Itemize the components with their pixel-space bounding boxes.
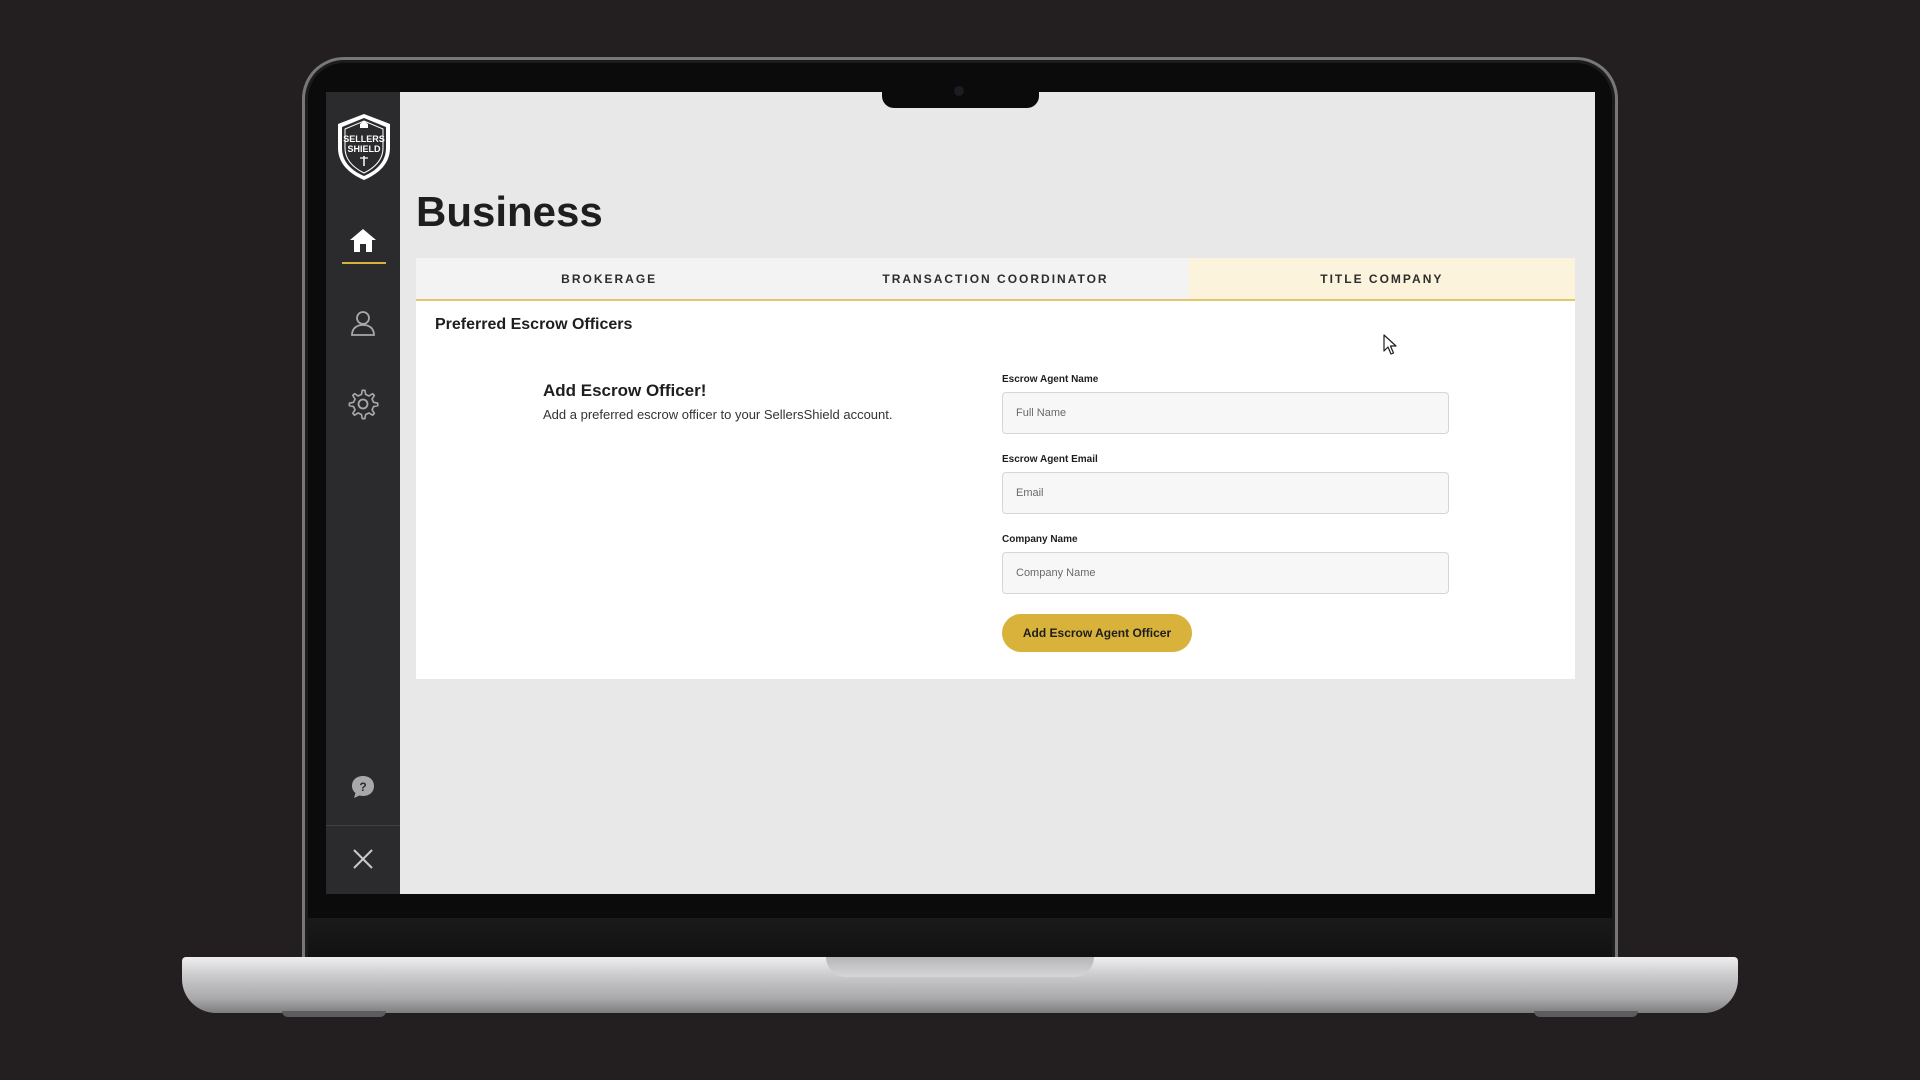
escrow-officer-form: Escrow Agent Name Escrow Agent Email Com… xyxy=(1002,374,1449,652)
escrow-agent-name-label: Escrow Agent Name xyxy=(1002,374,1099,385)
add-escrow-agent-button[interactable]: Add Escrow Agent Officer xyxy=(1002,614,1192,652)
gear-icon xyxy=(348,389,379,420)
sidebar: SELLERS SHIELD ? xyxy=(326,92,400,894)
business-panel: BROKERAGE TRANSACTION COORDINATOR TITLE … xyxy=(416,258,1575,679)
close-icon xyxy=(353,849,373,869)
sidebar-item-home[interactable] xyxy=(340,218,386,264)
company-name-label: Company Name xyxy=(1002,534,1078,545)
laptop-chin xyxy=(308,918,1612,958)
laptop-foot-left xyxy=(282,1011,386,1017)
tab-transaction-coordinator[interactable]: TRANSACTION COORDINATOR xyxy=(802,258,1188,299)
escrow-agent-email-label: Escrow Agent Email xyxy=(1002,454,1098,465)
user-icon xyxy=(351,311,375,336)
tab-bar: BROKERAGE TRANSACTION COORDINATOR TITLE … xyxy=(416,258,1575,301)
escrow-agent-name-input[interactable] xyxy=(1002,392,1449,434)
svg-text:?: ? xyxy=(359,780,366,794)
sidebar-item-profile[interactable] xyxy=(340,300,386,346)
active-indicator xyxy=(342,262,386,264)
laptop-base-notch xyxy=(826,957,1094,977)
tab-title-company[interactable]: TITLE COMPANY xyxy=(1188,258,1575,299)
help-chat-icon: ? xyxy=(352,776,374,798)
escrow-agent-email-input[interactable] xyxy=(1002,472,1449,514)
section-title: Preferred Escrow Officers xyxy=(435,316,633,333)
svg-text:SHIELD: SHIELD xyxy=(347,144,381,154)
sidebar-close-button[interactable] xyxy=(340,836,386,882)
screen: SELLERS SHIELD ? Business BROKERAGE TRAN… xyxy=(326,92,1595,894)
add-officer-description: Add a preferred escrow officer to your S… xyxy=(543,407,893,422)
laptop-foot-right xyxy=(1534,1011,1638,1017)
company-name-input[interactable] xyxy=(1002,552,1449,594)
sidebar-divider xyxy=(326,825,400,826)
camera-icon xyxy=(954,86,964,96)
home-icon xyxy=(350,229,376,252)
mouse-cursor-icon xyxy=(1383,334,1397,355)
svg-text:SELLERS: SELLERS xyxy=(343,134,385,144)
sidebar-item-settings[interactable] xyxy=(340,381,386,427)
page-title: Business xyxy=(416,188,603,235)
sellers-shield-logo[interactable]: SELLERS SHIELD xyxy=(334,112,394,182)
sidebar-item-help[interactable]: ? xyxy=(340,764,386,810)
tab-brokerage[interactable]: BROKERAGE xyxy=(416,258,802,299)
add-officer-heading: Add Escrow Officer! xyxy=(543,381,707,400)
